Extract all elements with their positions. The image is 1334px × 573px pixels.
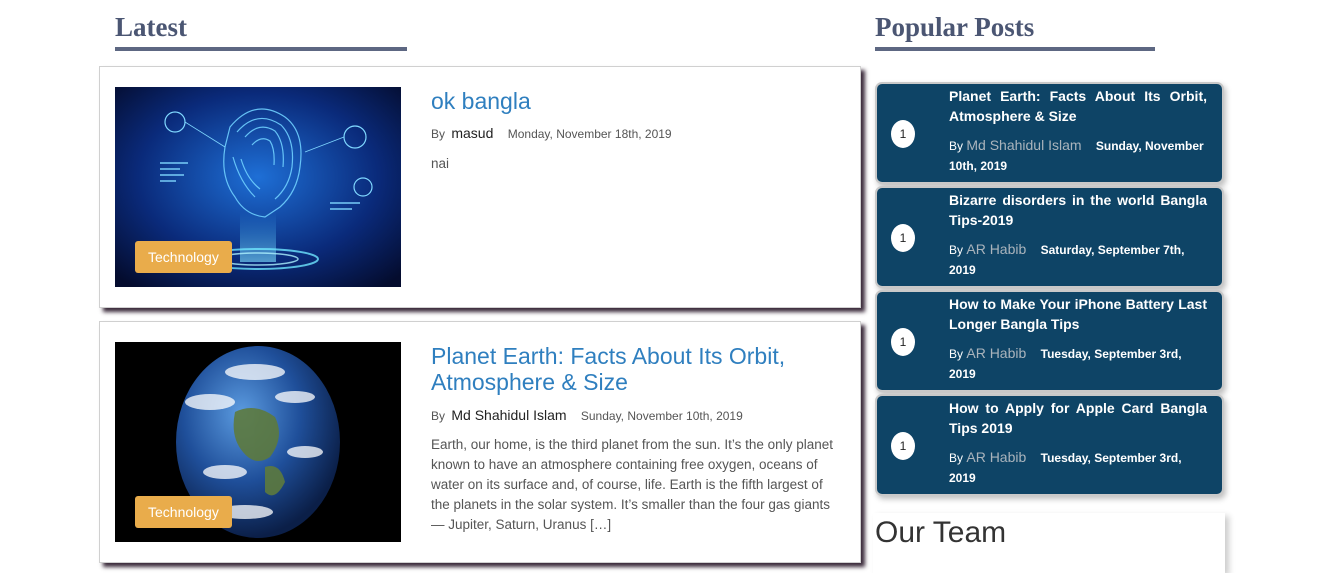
- post-title-link[interactable]: ok bangla: [431, 88, 851, 114]
- popular-post-item[interactable]: 1 How to Apply for Apple Card Bangla Tip…: [875, 394, 1224, 496]
- post-card: Technology Planet Earth: Facts About Its…: [99, 321, 861, 563]
- post-card: Technology ok bangla By masud Monday, No…: [99, 66, 861, 308]
- post-thumbnail[interactable]: Technology: [115, 342, 401, 542]
- post-meta: By masud Monday, November 18th, 2019: [431, 125, 672, 141]
- by-label: By: [431, 409, 446, 423]
- popular-post-title[interactable]: How to Make Your iPhone Battery Last Lon…: [949, 294, 1207, 334]
- our-team-heading: Our Team: [875, 516, 1007, 549]
- post-title-link[interactable]: Planet Earth: Facts About Its Orbit, Atm…: [431, 343, 851, 395]
- category-badge[interactable]: Technology: [135, 241, 232, 273]
- post-meta: By Md Shahidul Islam Sunday, November 10…: [431, 407, 743, 423]
- author-link[interactable]: Md Shahidul Islam: [966, 137, 1081, 153]
- popular-heading-rule: [875, 47, 1155, 51]
- popular-post-meta: By AR Habib Tuesday, September 3rd, 2019: [949, 447, 1211, 488]
- post-number-badge: 1: [891, 432, 915, 460]
- popular-post-item[interactable]: 1 Planet Earth: Facts About Its Orbit, A…: [875, 82, 1224, 184]
- latest-heading: Latest: [115, 12, 187, 42]
- post-number-badge: 1: [891, 120, 915, 148]
- author-link[interactable]: Md Shahidul Islam: [451, 407, 566, 423]
- popular-post-meta: By AR Habib Saturday, September 7th, 201…: [949, 239, 1211, 280]
- post-number-badge: 1: [891, 328, 915, 356]
- author-link[interactable]: AR Habib: [966, 241, 1026, 257]
- post-excerpt: Earth, our home, is the third planet fro…: [431, 437, 833, 532]
- by-label: By: [949, 451, 964, 465]
- post-date: Sunday, November 10th, 2019: [580, 409, 743, 423]
- popular-post-item[interactable]: 1 How to Make Your iPhone Battery Last L…: [875, 290, 1224, 392]
- latest-heading-rule: [115, 47, 407, 51]
- by-label: By: [431, 127, 446, 141]
- popular-posts-heading: Popular Posts: [875, 12, 1035, 42]
- by-label: By: [949, 139, 964, 153]
- post-thumbnail[interactable]: Technology: [115, 87, 401, 287]
- popular-post-title[interactable]: How to Apply for Apple Card Bangla Tips …: [949, 398, 1207, 438]
- post-date: Monday, November 18th, 2019: [507, 127, 672, 141]
- author-link[interactable]: masud: [451, 125, 493, 141]
- popular-post-item[interactable]: 1 Bizarre disorders in the world Bangla …: [875, 186, 1224, 288]
- post-excerpt: nai: [431, 156, 450, 171]
- by-label: By: [949, 243, 964, 257]
- popular-post-title[interactable]: Bizarre disorders in the world Bangla Ti…: [949, 190, 1207, 230]
- category-badge[interactable]: Technology: [135, 496, 232, 528]
- post-number-badge: 1: [891, 224, 915, 252]
- popular-post-meta: By Md Shahidul Islam Sunday, November 10…: [949, 135, 1211, 176]
- by-label: By: [949, 347, 964, 361]
- author-link[interactable]: AR Habib: [966, 345, 1026, 361]
- popular-post-title[interactable]: Planet Earth: Facts About Its Orbit, Atm…: [949, 86, 1207, 126]
- popular-post-meta: By AR Habib Tuesday, September 3rd, 2019: [949, 343, 1211, 384]
- author-link[interactable]: AR Habib: [966, 449, 1026, 465]
- our-team-widget: Our Team: [873, 513, 1225, 573]
